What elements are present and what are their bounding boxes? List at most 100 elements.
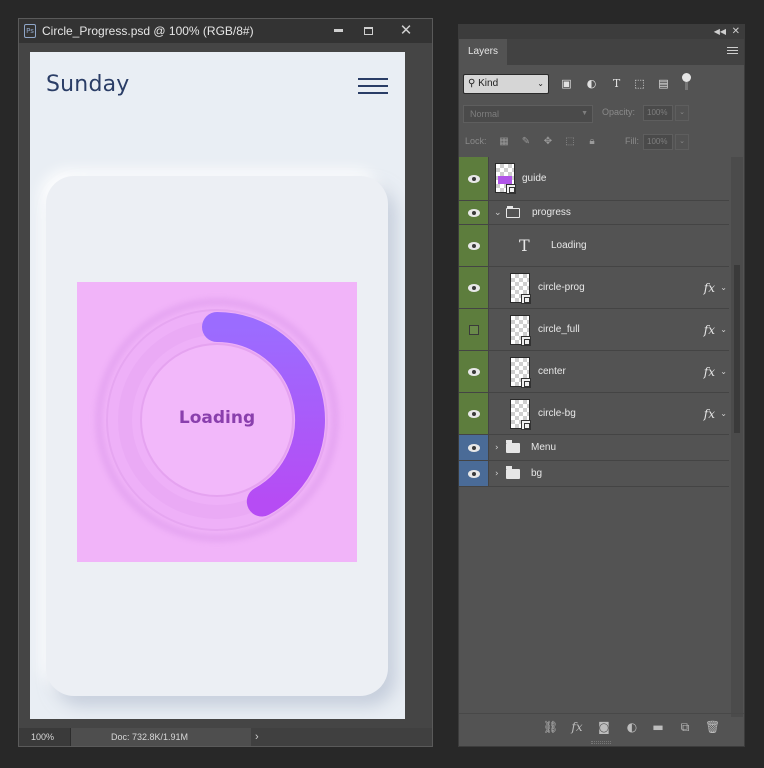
layer-thumbnail bbox=[510, 357, 531, 388]
new-adjustment-layer-icon[interactable]: ◐ bbox=[625, 720, 639, 734]
folder-icon bbox=[506, 465, 520, 479]
minimize-icon bbox=[333, 29, 343, 32]
collapse-panels-icon[interactable]: ◀◀ bbox=[714, 25, 726, 39]
smart-object-icon bbox=[506, 184, 516, 194]
layer-row-bg-group[interactable]: › bg bbox=[459, 461, 729, 487]
visibility-toggle[interactable] bbox=[459, 435, 489, 460]
loading-label: Loading bbox=[178, 408, 256, 428]
zoom-level-field[interactable]: 100% bbox=[19, 728, 71, 746]
shape-filter-icon[interactable]: ⬚ bbox=[633, 78, 646, 90]
filter-kind-value: Kind bbox=[478, 78, 499, 89]
guide-square: Loading bbox=[77, 282, 357, 562]
add-layer-style-icon[interactable]: fx bbox=[570, 720, 584, 734]
lock-label: Lock: bbox=[465, 136, 487, 146]
eye-icon bbox=[468, 443, 480, 452]
layer-thumbnail bbox=[510, 315, 531, 346]
search-icon: ⚲ bbox=[468, 78, 476, 89]
visibility-toggle[interactable] bbox=[459, 225, 489, 266]
panel-menu-icon[interactable] bbox=[727, 47, 738, 56]
visibility-toggle[interactable] bbox=[459, 267, 489, 308]
fill-dropdown-icon[interactable]: ⌄ bbox=[675, 134, 689, 150]
maximize-button[interactable] bbox=[353, 19, 383, 43]
visibility-toggle[interactable] bbox=[459, 157, 489, 200]
eye-icon bbox=[468, 409, 480, 418]
add-mask-icon[interactable]: ◙ bbox=[597, 720, 611, 734]
fx-icon[interactable]: fx bbox=[704, 309, 715, 350]
chevron-down-icon[interactable]: ⌄ bbox=[720, 309, 727, 350]
layer-row-progress-group[interactable]: ⌄ progress bbox=[459, 201, 729, 225]
layer-row-circle-full[interactable]: circle_full fx ⌄ bbox=[459, 309, 729, 351]
chevron-down-icon[interactable]: ⌄ bbox=[720, 267, 727, 308]
filter-kind-select[interactable]: ⚲ Kind ⌄ bbox=[463, 74, 549, 94]
tab-layers[interactable]: Layers bbox=[459, 39, 507, 65]
layer-name: Menu bbox=[531, 442, 557, 453]
visibility-toggle[interactable] bbox=[459, 309, 489, 350]
visibility-toggle[interactable] bbox=[459, 461, 489, 486]
lock-position-icon[interactable]: ✥ bbox=[542, 136, 554, 148]
layer-row-circle-bg[interactable]: circle-bg fx ⌄ bbox=[459, 393, 729, 435]
new-layer-icon[interactable]: ⧉ bbox=[678, 720, 692, 734]
chevron-down-icon[interactable]: ⌄ bbox=[720, 393, 727, 434]
blend-mode-select[interactable]: Normal ▼ bbox=[463, 105, 593, 123]
opacity-field[interactable]: 100% bbox=[643, 105, 673, 121]
link-layers-icon[interactable]: ⛓ bbox=[543, 720, 558, 734]
eye-icon bbox=[468, 241, 480, 250]
minimize-button[interactable] bbox=[323, 19, 353, 43]
blend-row: Normal ▼ Opacity: 100% ⌄ bbox=[459, 103, 744, 125]
delete-layer-icon[interactable]: 🗑︎ bbox=[705, 720, 720, 734]
fx-icon[interactable]: fx bbox=[704, 267, 715, 308]
lock-row: Lock: ▦ ✎ ✥ ⬚ 🔒︎ Fill: 100% ⌄ bbox=[459, 131, 744, 153]
layer-row-loading-text[interactable]: T Loading bbox=[459, 225, 729, 267]
chevron-right-icon[interactable]: › bbox=[255, 731, 259, 743]
visibility-toggle[interactable] bbox=[459, 351, 489, 392]
hamburger-menu-icon[interactable] bbox=[358, 78, 390, 96]
fx-icon[interactable]: fx bbox=[704, 393, 715, 434]
layer-row-center[interactable]: center fx ⌄ bbox=[459, 351, 729, 393]
maximize-icon bbox=[363, 26, 373, 35]
layer-row-circle-prog[interactable]: circle-prog fx ⌄ bbox=[459, 267, 729, 309]
close-panel-icon[interactable]: ✕ bbox=[732, 25, 740, 39]
filter-toggle-switch[interactable] bbox=[682, 73, 691, 90]
chevron-down-icon[interactable]: ⌄ bbox=[720, 351, 727, 392]
layers-panel: ◀◀ ✕ Layers ⚲ Kind ⌄ ▣ ◐ T ⬚ ▤ Normal ▼ … bbox=[458, 24, 745, 747]
adjustment-filter-icon[interactable]: ◐ bbox=[585, 78, 598, 90]
close-button[interactable]: ✕ bbox=[391, 19, 421, 43]
fx-icon[interactable]: fx bbox=[704, 351, 715, 392]
document-statusbar: 100% Doc: 732.8K/1.91M › bbox=[19, 728, 432, 746]
layer-row-menu-group[interactable]: › Menu bbox=[459, 435, 729, 461]
eye-icon bbox=[468, 174, 480, 183]
opacity-dropdown-icon[interactable]: ⌄ bbox=[675, 105, 689, 121]
smart-object-filter-icon[interactable]: ▤ bbox=[657, 78, 670, 90]
visibility-toggle[interactable] bbox=[459, 201, 489, 224]
filter-row: ⚲ Kind ⌄ ▣ ◐ T ⬚ ▤ bbox=[459, 71, 744, 97]
chevron-right-icon[interactable]: › bbox=[495, 435, 499, 460]
document-titlebar[interactable]: Ps Circle_Progress.psd @ 100% (RGB/8#) ✕ bbox=[19, 19, 432, 43]
lock-artboard-icon[interactable]: ⬚ bbox=[564, 136, 576, 148]
smart-object-icon bbox=[521, 294, 531, 304]
document-info[interactable]: Doc: 732.8K/1.91M bbox=[71, 728, 251, 746]
fill-field[interactable]: 100% bbox=[643, 134, 673, 150]
layers-scrollbar[interactable] bbox=[731, 157, 743, 717]
panel-resize-grip[interactable] bbox=[591, 741, 611, 744]
scroll-thumb[interactable] bbox=[734, 265, 740, 433]
smart-object-icon bbox=[521, 420, 531, 430]
folder-open-icon bbox=[506, 205, 520, 218]
layer-row-guide[interactable]: guide bbox=[459, 157, 729, 201]
blend-mode-value: Normal bbox=[470, 109, 500, 119]
chevron-down-icon[interactable]: ⌄ bbox=[494, 201, 502, 224]
pixel-filter-icon[interactable]: ▣ bbox=[560, 78, 573, 90]
smart-object-icon bbox=[521, 378, 531, 388]
layer-name: Loading bbox=[551, 240, 587, 251]
lock-all-icon[interactable]: 🔒︎ bbox=[586, 136, 598, 148]
new-group-icon[interactable]: ▬ bbox=[651, 720, 665, 734]
visibility-toggle[interactable] bbox=[459, 393, 489, 434]
layer-thumbnail bbox=[510, 273, 531, 304]
chevron-right-icon[interactable]: › bbox=[495, 461, 499, 486]
lock-image-pixels-icon[interactable]: ✎ bbox=[520, 136, 532, 148]
artboard-canvas[interactable]: Sunday Loading bbox=[30, 52, 405, 719]
eye-icon bbox=[468, 367, 480, 376]
type-filter-icon[interactable]: T bbox=[610, 78, 623, 90]
panel-header: ◀◀ ✕ bbox=[459, 25, 744, 39]
photoshop-doc-icon: Ps bbox=[24, 24, 36, 38]
lock-transparent-pixels-icon[interactable]: ▦ bbox=[498, 136, 510, 148]
